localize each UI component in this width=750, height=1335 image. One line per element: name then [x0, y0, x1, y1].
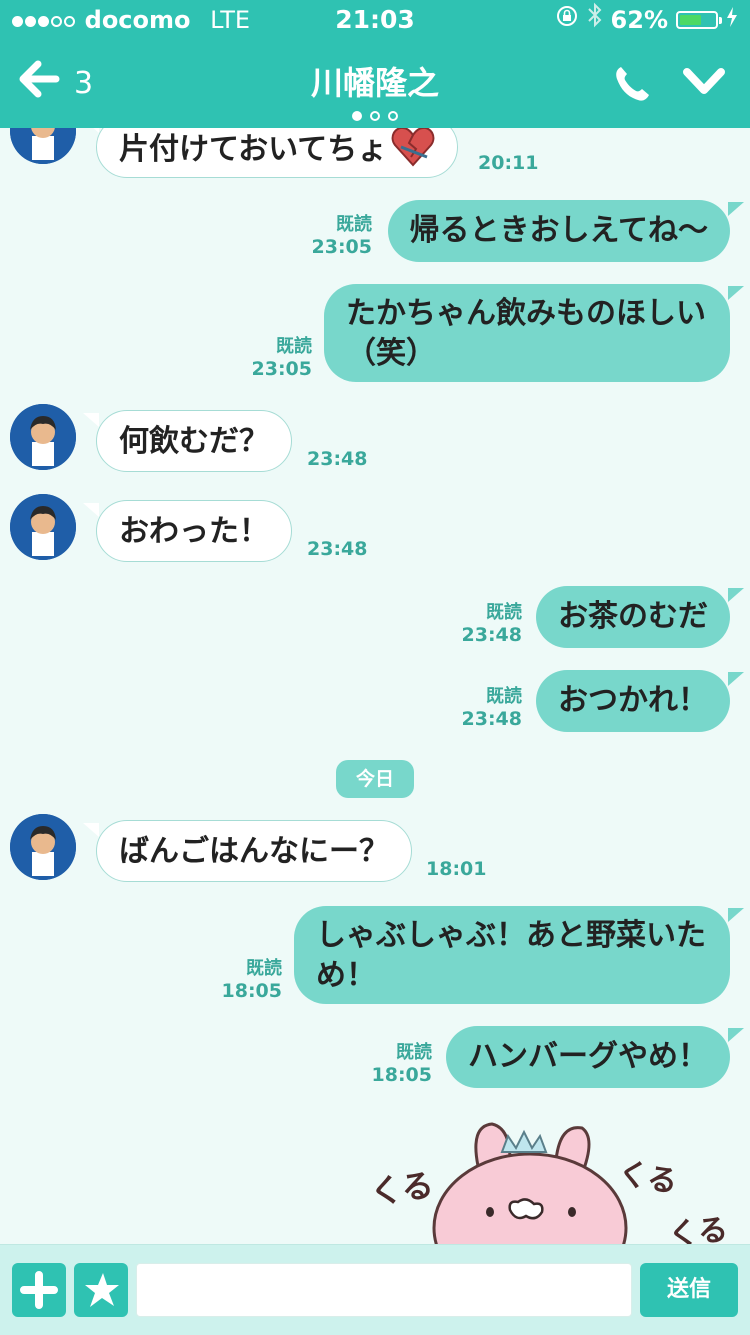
read-receipt: 既読 [276, 336, 312, 357]
read-receipt: 既読 [396, 1042, 432, 1063]
message-meta: 既読 23:05 [252, 336, 312, 380]
battery-icon [676, 11, 722, 29]
message-meta: 既読 23:48 [462, 686, 522, 730]
message-time: 23:48 [461, 624, 522, 646]
message-text: 帰るときおしえてね〜 [409, 213, 709, 248]
sticker-text-right: くる [667, 1212, 730, 1244]
rotation-lock-icon [555, 0, 579, 40]
chat-area[interactable]: 片付けておいてちょ 20:11 既読 23:05 帰るときおしえてね〜 既読 2… [0, 128, 750, 1244]
read-receipt: 既読 [486, 686, 522, 707]
message-text: おわった！ [119, 514, 269, 549]
message-text: ばんごはんなにー？ [119, 834, 389, 869]
read-receipt: 既読 [486, 602, 522, 623]
page-dot [370, 111, 380, 121]
battery-fill [680, 15, 702, 25]
message-time: 18:01 [426, 858, 487, 880]
call-button[interactable] [612, 64, 652, 108]
menu-toggle-button[interactable] [682, 66, 726, 102]
message-bubble-incoming[interactable]: 何飲むだ？ [83, 410, 292, 472]
page-indicator [0, 106, 750, 125]
battery-percent: 62% [610, 6, 668, 34]
status-right: 62% [555, 0, 738, 40]
message-meta: 既読 23:48 [462, 602, 522, 646]
message-time: 23:48 [307, 538, 368, 560]
message-time: 20:11 [478, 152, 539, 174]
message-bubble-incoming[interactable]: ばんごはんなにー？ [83, 820, 412, 882]
sticker-button[interactable] [74, 1263, 128, 1317]
status-bar: docomo LTE 21:03 62% [0, 0, 750, 40]
chevron-down-icon [682, 68, 726, 102]
add-button[interactable] [12, 1263, 66, 1317]
avatar[interactable] [10, 814, 76, 880]
message-bubble-outgoing[interactable]: お茶のむだ [536, 586, 744, 648]
send-button[interactable]: 送信 [640, 1263, 738, 1317]
message-text: お茶のむだ [558, 599, 708, 634]
message-time: 18:05 [221, 980, 282, 1002]
sticker-text-right: くる [615, 1156, 680, 1201]
message-input[interactable] [136, 1263, 632, 1317]
bluetooth-icon [587, 0, 603, 40]
message-bubble-outgoing[interactable]: たかちゃん飲みものほしい （笑） [324, 284, 744, 382]
avatar[interactable] [10, 128, 76, 164]
message-meta: 既読 18:05 [372, 1042, 432, 1086]
star-icon [74, 1273, 128, 1321]
message-time: 23:48 [461, 708, 522, 730]
pink-bunny-sticker[interactable]: くる くる くる [360, 1118, 740, 1244]
phone-icon [612, 67, 652, 108]
message-text-line: たかちゃん飲みものほしい [346, 296, 706, 331]
message-bubble-outgoing[interactable]: おつかれ！ [536, 670, 744, 732]
message-text: ハンバーグやめ！ [468, 1039, 708, 1074]
message-text-line: しゃぶしゃぶ！あと野菜いた [316, 918, 706, 953]
message-time: 18:05 [371, 1064, 432, 1086]
page-dot [352, 111, 362, 121]
date-separator: 今日 [336, 760, 414, 798]
message-time: 23:05 [251, 358, 312, 380]
read-receipt: 既読 [246, 958, 282, 979]
nav-bar: 3 川幡隆之 [0, 40, 750, 128]
message-text: おつかれ！ [558, 683, 708, 718]
message-meta: 既読 23:05 [312, 214, 372, 258]
plus-icon [12, 1271, 66, 1321]
message-text: 何飲むだ？ [119, 424, 269, 459]
message-bubble-incoming[interactable]: おわった！ [83, 500, 292, 562]
message-bubble-incoming[interactable]: 片付けておいてちょ [82, 128, 459, 181]
message-bubble-outgoing[interactable]: 帰るときおしえてね〜 [387, 200, 744, 262]
message-meta: 既読 18:05 [222, 958, 282, 1002]
avatar[interactable] [10, 404, 76, 470]
read-receipt: 既読 [336, 214, 372, 235]
page-dot [388, 111, 398, 121]
message-time: 23:48 [307, 448, 368, 470]
sticker-text-left: くる [368, 1166, 436, 1212]
message-text: 片付けておいてちょ [119, 132, 388, 167]
input-bar: 送信 [0, 1244, 750, 1335]
header: docomo LTE 21:03 62% 3 川幡隆之 [0, 0, 750, 128]
message-text-line: （笑） [346, 336, 436, 371]
message-time: 23:05 [311, 236, 372, 258]
avatar[interactable] [10, 494, 76, 560]
broken-heart-icon [391, 128, 435, 181]
message-bubble-outgoing[interactable]: しゃぶしゃぶ！あと野菜いた め！ [294, 906, 744, 1004]
message-bubble-outgoing[interactable]: ハンバーグやめ！ [446, 1026, 744, 1088]
charging-icon [726, 0, 738, 40]
message-text-line: め！ [316, 958, 376, 993]
